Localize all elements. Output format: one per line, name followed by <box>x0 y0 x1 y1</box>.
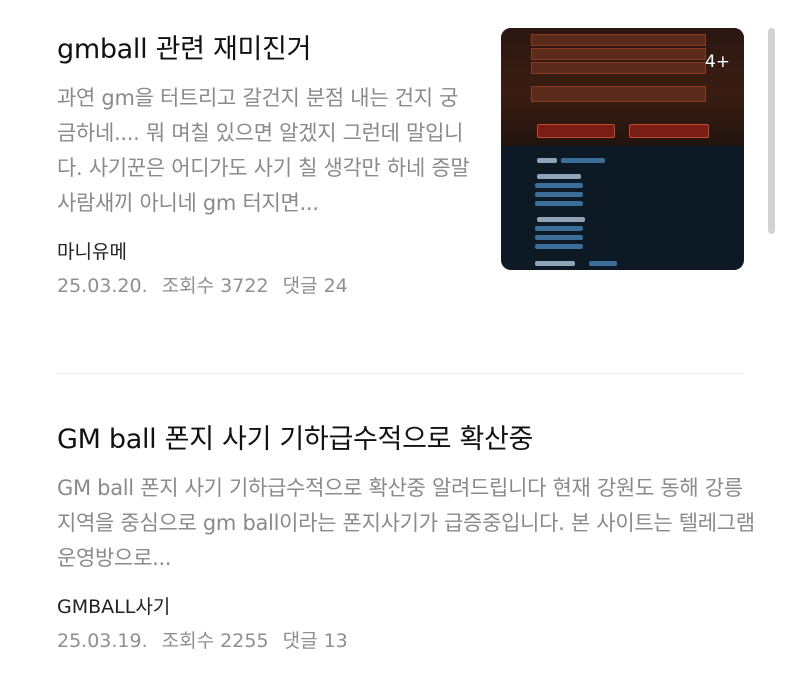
thumbnail-text-line <box>535 235 583 240</box>
scrollbar[interactable] <box>768 28 775 234</box>
post-thumbnail[interactable]: 4+ <box>501 28 744 270</box>
thumbnail-text-line <box>561 158 605 163</box>
post-divider <box>57 373 743 374</box>
thumbnail-text-line <box>535 226 583 231</box>
image-count-badge: 4+ <box>704 52 730 72</box>
post-views: 조회수 3722 <box>161 275 269 297</box>
post-views: 조회수 2255 <box>161 630 269 652</box>
thumbnail-text-line <box>537 158 557 163</box>
thumbnail-table-row <box>531 34 706 46</box>
post-excerpt: GM ball 폰지 사기 기하급수적으로 확산중 알려드립니다 현재 강원도 … <box>57 476 755 570</box>
thumbnail-red-button <box>629 124 709 138</box>
post-item[interactable]: GM ball 폰지 사기 기하급수적으로 확산중 GM ball 폰지 사기 … <box>57 420 757 654</box>
post-item[interactable]: gmball 관련 재미진거 과연 gm을 터트리고 갈건지 분점 내는 건지 … <box>57 30 497 299</box>
post-comments: 댓글 24 <box>282 275 348 297</box>
post-author: 마니유메 <box>57 241 127 263</box>
thumbnail-text-line <box>535 192 583 197</box>
post-meta: 25.03.20. 조회수 3722 댓글 24 <box>57 273 497 299</box>
post-excerpt: 과연 gm을 터트리고 갈건지 분점 내는 건지 궁금하네.... 뭐 며칠 있… <box>57 86 470 215</box>
post-date: 25.03.19. <box>57 630 148 652</box>
post-title[interactable]: gmball 관련 재미진거 <box>57 30 497 70</box>
thumbnail-table-row <box>531 86 706 102</box>
thumbnail-table-row <box>531 62 706 74</box>
thumbnail-text-line <box>535 261 575 266</box>
thumbnail-table-row <box>531 48 706 60</box>
post-author: GMBALL사기 <box>57 596 171 618</box>
post-comments: 댓글 13 <box>282 630 348 652</box>
post-meta: 25.03.19. 조회수 2255 댓글 13 <box>57 628 757 654</box>
thumbnail-text-line <box>537 217 585 222</box>
thumbnail-text-line <box>537 174 581 179</box>
thumbnail-red-button <box>537 124 615 138</box>
thumbnail-text-line <box>535 183 583 188</box>
post-title[interactable]: GM ball 폰지 사기 기하급수적으로 확산중 <box>57 420 757 460</box>
thumbnail-text-line <box>535 201 583 206</box>
thumbnail-text-line <box>535 244 583 249</box>
post-date: 25.03.20. <box>57 275 148 297</box>
thumbnail-text-line <box>589 261 617 266</box>
